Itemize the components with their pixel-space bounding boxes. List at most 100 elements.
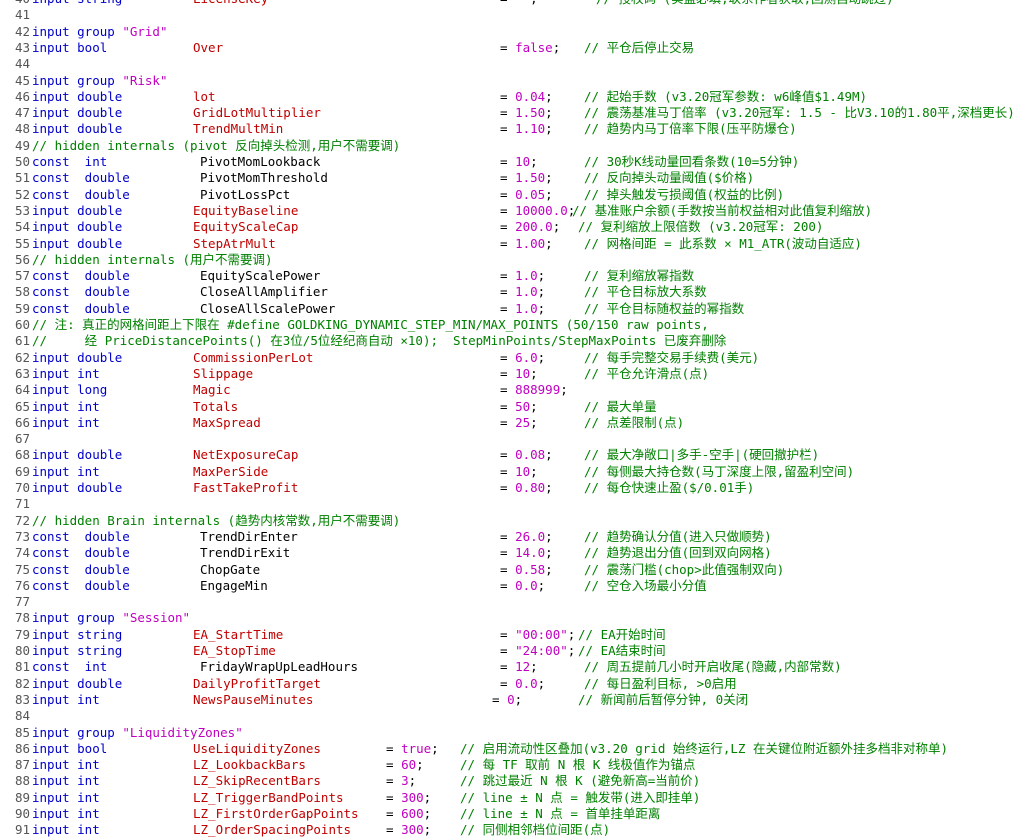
code-line[interactable]: 84	[0, 708, 1024, 724]
inline-comment: // 掉头触发亏损阈值(权益的比例)	[584, 186, 785, 202]
code-line[interactable]: 50 const int PivotMomLookback = 10; // 30秒K线…	[0, 154, 1024, 170]
line-number: 84	[14, 708, 30, 724]
code-line[interactable]: 49// hidden internals (pivot 反向掉头检测,用户不需…	[0, 138, 1024, 154]
code-line[interactable]: 83 input int NewsPauseMinutes = 0; // 新闻前后暂停…	[0, 692, 1024, 708]
code-line[interactable]: 59 const double CloseAllScalePower = 1.0; //…	[0, 301, 1024, 317]
identifier: Magic	[193, 382, 231, 398]
code-line[interactable]: 61// 经 PriceDistancePoints() 在3位/5位经纪商自动…	[0, 333, 1024, 349]
code-line[interactable]: 57 const double EquityScalePower = 1.0; // 复…	[0, 268, 1024, 284]
code-line[interactable]: 68 input double NetExposureCap = 0.08; // 最大…	[0, 447, 1024, 463]
code-line[interactable]: 90 input int LZ_FirstOrderGapPoints = 600; /…	[0, 806, 1024, 822]
assignment: = 0.05;	[500, 186, 553, 202]
keyword: input double	[32, 349, 123, 365]
code-line[interactable]: 82 input double DailyProfitTarget = 0.0; // …	[0, 676, 1024, 692]
code-line[interactable]: 55 input double StepAtrMult = 1.00; // 网格间距 …	[0, 236, 1024, 252]
line-number: 74	[14, 545, 30, 561]
assignment: = 10;	[500, 154, 538, 169]
identifier: EquityScaleCap	[193, 219, 299, 235]
keyword: const int	[32, 154, 108, 169]
keyword: input double	[32, 105, 123, 121]
line-comment: // hidden internals (pivot 反向掉头检测,用户不需要调…	[32, 137, 401, 153]
group-name-string: "Session"	[122, 610, 191, 626]
code-line[interactable]: 73 const double TrendDirEnter = 26.0; // 趋势确…	[0, 529, 1024, 545]
code-line[interactable]: 76 const double EngageMin = 0.0; // 空仓入场最小分值	[0, 578, 1024, 594]
code-line[interactable]: 70 input double FastTakeProfit = 0.80; // 每仓…	[0, 480, 1024, 496]
value-literal: true	[401, 740, 432, 756]
code-line[interactable]: 67	[0, 431, 1024, 447]
inline-comment: // 每 TF 取前 N 根 K 线极值作为锚点	[460, 757, 696, 773]
code-line[interactable]: 65 input int Totals = 50; // 最大单量	[0, 399, 1024, 415]
line-number: 71	[14, 496, 30, 512]
code-line[interactable]: 79 input string EA_StartTime = "00:00";// E…	[0, 627, 1024, 643]
code-line[interactable]: 86 input bool UseLiquidityZones = true; // 启…	[0, 741, 1024, 757]
code-line[interactable]: 58 const double CloseAllAmplifier = 1.0; // …	[0, 284, 1024, 300]
code-line[interactable]: 72// hidden Brain internals (趋势内核常数,用户不需…	[0, 513, 1024, 529]
keyword: const double	[32, 561, 130, 577]
line-comment: // 注: 真正的网格间距上下限在 #define GOLDKING_DYNAM…	[32, 317, 709, 332]
line-number: 58	[14, 284, 30, 300]
code-line[interactable]: 53 input double EquityBaseline = 10000.0;//…	[0, 203, 1024, 219]
code-line[interactable]: 71	[0, 496, 1024, 512]
inline-comment: // 新闻前后暂停分钟, 0关闭	[578, 691, 749, 707]
code-line[interactable]: 64 input long Magic = 888999;	[0, 382, 1024, 398]
code-line[interactable]: 69 input int MaxPerSide = 10; // 每侧最大持仓数(马丁深…	[0, 464, 1024, 480]
code-line[interactable]: 56// hidden internals (用户不需要调)	[0, 252, 1024, 268]
assignment: = 300;	[386, 789, 432, 805]
code-line[interactable]: 48 input double TrendMultMin = 1.10; // 趋势内马…	[0, 121, 1024, 137]
line-number: 55	[14, 235, 30, 251]
code-editor[interactable]: 40input stringLicenseKey= "";// 授权码 (实盘必…	[0, 0, 1024, 838]
keyword: const int	[32, 659, 108, 675]
line-number: 80	[14, 643, 30, 658]
identifier: Over	[193, 39, 224, 55]
line-number: 68	[14, 447, 30, 463]
value-literal: 0.04	[515, 88, 546, 104]
code-line[interactable]: 44	[0, 56, 1024, 72]
line-comment: // hidden Brain internals (趋势内核常数,用户不需要调…	[32, 512, 401, 528]
code-line[interactable]: 45 input group "Risk"	[0, 73, 1024, 89]
code-line[interactable]: 75 const double ChopGate = 0.58; // 震荡门槛(cho…	[0, 562, 1024, 578]
line-number: 88	[14, 773, 30, 789]
code-line[interactable]: 91 input int LZ_OrderSpacingPoints = 300; //…	[0, 822, 1024, 838]
code-line[interactable]: 77	[0, 594, 1024, 610]
code-line[interactable]: 87 input int LZ_LookbackBars = 60; // 每 TF 取…	[0, 757, 1024, 773]
code-line[interactable]: 40input string LicenseKey = ""; // 授权码 (实盘必…	[0, 0, 1024, 7]
code-line[interactable]: 74 const double TrendDirExit = 14.0; // 趋势退出…	[0, 545, 1024, 561]
code-line[interactable]: 47 input double GridLotMultiplier = 1.50; //…	[0, 105, 1024, 121]
value-literal: "24:00"	[515, 643, 568, 658]
code-line[interactable]: 62 input double CommissionPerLot = 6.0; // 每…	[0, 350, 1024, 366]
code-line[interactable]: 89 input int LZ_TriggerBandPoints = 300; // …	[0, 790, 1024, 806]
line-comment: // hidden internals (用户不需要调)	[32, 251, 273, 267]
code-line[interactable]: 41	[0, 7, 1024, 23]
keyword: const double	[32, 284, 130, 300]
inline-comment: // 授权码 (实盘必填,联系作者获取;回测自动跳过)	[596, 0, 894, 7]
assignment: = 1.10;	[500, 121, 553, 137]
assignment: = "";	[500, 0, 538, 7]
identifier: EquityScalePower	[200, 268, 321, 284]
code-line[interactable]: 81 const int FridayWrapUpLeadHours = 12; // …	[0, 659, 1024, 675]
inline-comment: // 点差限制(点)	[584, 414, 685, 430]
code-line[interactable]: 85 input group "LiquidityZones"	[0, 725, 1024, 741]
code-line[interactable]: 66 input int MaxSpread = 25; // 点差限制(点)	[0, 415, 1024, 431]
code-line[interactable]: 78 input group "Session"	[0, 610, 1024, 626]
code-line[interactable]: 43 input bool Over = false; // 平仓后停止交易	[0, 40, 1024, 56]
code-line[interactable]: 80 input string EA_StopTime = "24:00";// EA…	[0, 643, 1024, 659]
group-name-string: "LiquidityZones"	[122, 724, 243, 740]
code-line[interactable]: 60// 注: 真正的网格间距上下限在 #define GOLDKING_DYN…	[0, 317, 1024, 333]
line-number: 52	[14, 186, 30, 202]
assignment: = 26.0;	[500, 528, 553, 544]
inline-comment: // 启用流动性区叠加(v3.20 grid 始终运行,LZ 在关键位附近额外挂…	[460, 740, 949, 756]
code-line[interactable]: 88 input int LZ_SkipRecentBars = 3; // 跳过最近 …	[0, 773, 1024, 789]
code-line[interactable]: 54 input double EquityScaleCap = 200.0; // 复…	[0, 219, 1024, 235]
code-line[interactable]: 51 const double PivotMomThreshold = 1.50; //…	[0, 170, 1024, 186]
assignment: = 0.58;	[500, 561, 553, 577]
value-literal: 1.50	[515, 105, 546, 121]
keyword: input double	[32, 675, 123, 691]
code-line[interactable]: 46 input double lot = 0.04; // 起始手数 (v3.20冠军…	[0, 89, 1024, 105]
keyword: input group "Risk"	[32, 72, 168, 88]
code-line[interactable]: 42 input group "Grid"	[0, 24, 1024, 40]
value-literal: 10	[515, 463, 531, 479]
code-line[interactable]: 52 const double PivotLossPct = 0.05; // 掉头触发…	[0, 187, 1024, 203]
code-line[interactable]: 63 input int Slippage = 10; // 平仓允许滑点(点)	[0, 366, 1024, 382]
identifier: FastTakeProfit	[193, 480, 299, 495]
inline-comment: // 网格间距 = 此系数 × M1_ATR(波动自适应)	[584, 235, 862, 251]
